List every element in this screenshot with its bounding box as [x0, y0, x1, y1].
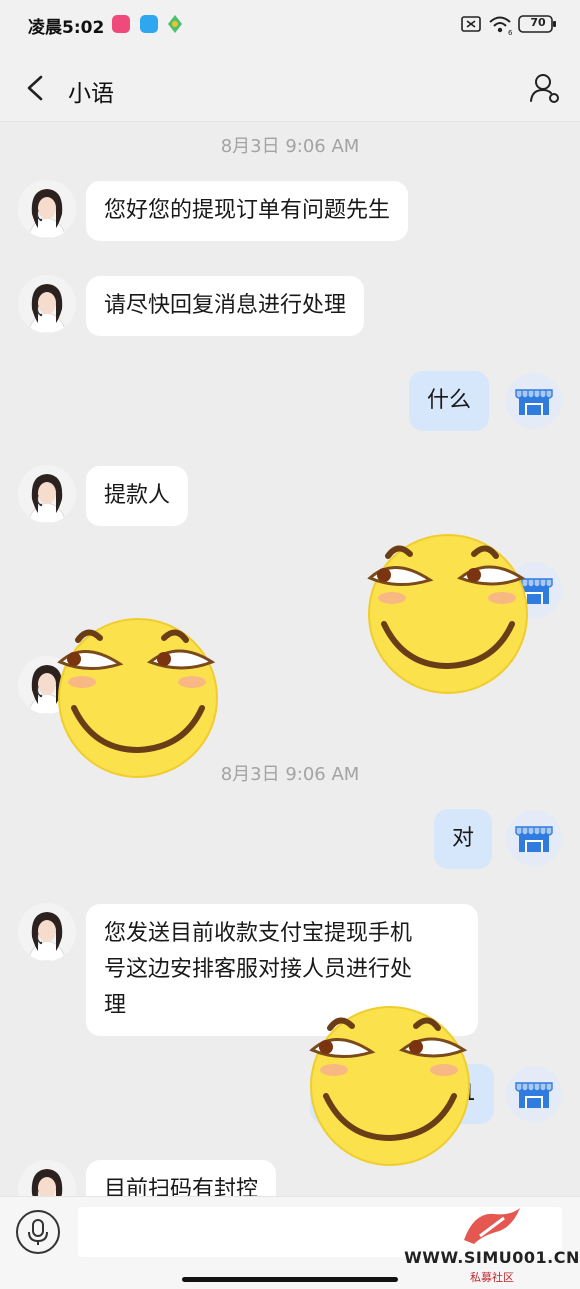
outgoing-message[interactable]: 什么 — [409, 371, 490, 431]
voice-input-button[interactable] — [16, 1210, 60, 1254]
wifi-icon: 6 — [489, 16, 513, 36]
agent-avatar[interactable] — [18, 465, 76, 523]
incoming-message[interactable]: 您好您的提现订单有问题先生 — [86, 181, 409, 241]
svg-text:6: 6 — [508, 29, 513, 36]
smirk-emoji-sticker[interactable] — [306, 1000, 474, 1168]
bilibili-app-icon — [112, 15, 130, 33]
agent-avatar[interactable] — [18, 903, 76, 961]
chat-header: 小语 — [0, 50, 580, 122]
shop-avatar[interactable] — [506, 1066, 562, 1122]
sim-off-icon — [461, 16, 481, 32]
message-timestamp: 8月3日 9:06 AM — [220, 136, 360, 157]
battery-level: 70 — [530, 16, 546, 29]
message-line: 号这边安排客服对接人员进行处 — [104, 957, 413, 982]
agent-avatar[interactable] — [18, 180, 76, 238]
contact-profile-icon[interactable] — [528, 72, 562, 104]
smirk-emoji-sticker[interactable] — [364, 528, 532, 696]
back-arrow-icon[interactable] — [24, 74, 46, 102]
watermark-text: WWW.SIMU001.CN — [404, 1248, 580, 1267]
contact-name: 小语 — [68, 81, 114, 107]
game-app-icon — [168, 15, 182, 33]
agent-avatar[interactable] — [18, 275, 76, 333]
watermark-logo — [464, 1208, 520, 1244]
status-time: 凌晨5:02 — [28, 18, 105, 38]
status-bar: 凌晨5:02 6 70 — [0, 0, 580, 50]
messaging-app-icon — [140, 15, 158, 33]
watermark-subtext: 私募社区 — [470, 1271, 514, 1284]
smirk-emoji-sticker[interactable] — [54, 612, 222, 780]
shop-avatar[interactable] — [506, 373, 562, 429]
incoming-message[interactable]: 请尽快回复消息进行处理 — [86, 276, 365, 336]
outgoing-message[interactable]: 对 — [434, 809, 493, 869]
message-timestamp: 8月3日 9:06 AM — [220, 764, 360, 785]
site-watermark: WWW.SIMU001.CN 私募社区 — [404, 1206, 580, 1286]
message-line: 您发送目前收款支付宝提现手机 — [104, 921, 413, 946]
home-indicator[interactable] — [182, 1277, 398, 1282]
shop-avatar[interactable] — [506, 810, 562, 866]
microphone-icon — [28, 1219, 48, 1245]
incoming-message[interactable]: 提款人 — [86, 466, 189, 526]
